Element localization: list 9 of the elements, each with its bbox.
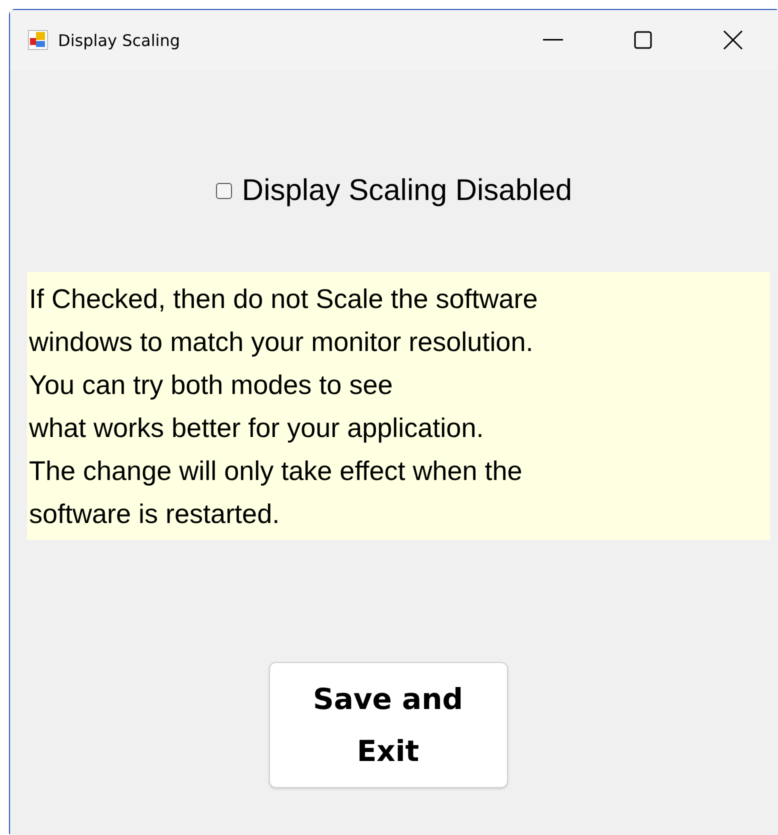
- save-exit-button[interactable]: Save and Exit: [268, 662, 508, 788]
- maximize-icon[interactable]: [634, 31, 652, 49]
- checkbox-label[interactable]: Display Scaling Disabled: [242, 174, 572, 208]
- checkbox[interactable]: [216, 183, 232, 199]
- window-title: Display Scaling: [58, 30, 182, 50]
- description-text: If Checked, then do not Scale the software windows to match your monitor resolution. You can try both modes to see what works better for your application. The change will only take effect when the software is restarted.: [27, 272, 770, 540]
- app-icon: [28, 30, 48, 50]
- minimize-icon[interactable]: [543, 39, 563, 41]
- close-icon[interactable]: [723, 30, 743, 50]
